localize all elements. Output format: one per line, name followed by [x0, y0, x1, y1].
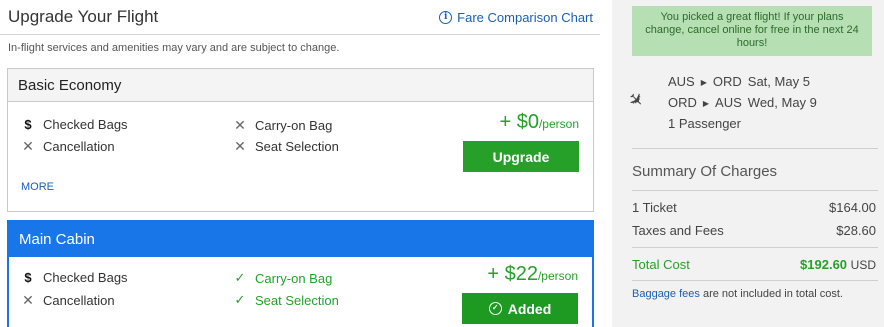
leg-date: Sat, May 5: [747, 74, 810, 89]
charge-row-taxes: Taxes and Fees $28.60: [632, 223, 876, 238]
divider: [632, 247, 878, 248]
destination-code: AUS: [715, 95, 742, 110]
fare-options-panel: Upgrade Your Flight i Fare Comparison Ch…: [0, 0, 600, 327]
check-icon: ✓: [234, 270, 246, 285]
cross-icon: ✕: [234, 117, 246, 133]
feature-checked-bags: $ Checked Bags: [21, 270, 128, 285]
fare-card-basic-economy: Basic Economy $ Checked Bags ✕ Cancellat…: [7, 68, 594, 212]
feature-carry-on: ✕ Carry-on Bag: [233, 117, 332, 134]
cross-icon: ✕: [234, 138, 246, 154]
cross-icon: ✕: [22, 138, 34, 154]
fare-card-title: Main Cabin: [9, 222, 592, 257]
feature-cancellation: ✕ Cancellation: [21, 292, 115, 309]
fare-card-main-cabin: Main Cabin $ Checked Bags ✕ Cancellation…: [7, 220, 594, 327]
leg-date: Wed, May 9: [747, 95, 817, 110]
feature-label: Carry-on Bag: [255, 270, 333, 286]
charge-row-ticket: 1 Ticket $164.00: [632, 200, 876, 215]
added-button[interactable]: ✓ Added: [462, 293, 578, 324]
fare-price: + $22/person: [487, 263, 578, 286]
charge-label: 1 Ticket: [632, 200, 677, 215]
feature-label: Checked Bags: [43, 117, 128, 132]
airplane-icon: ✈: [623, 87, 649, 113]
origin-code: AUS: [668, 74, 695, 89]
cross-icon: ✕: [22, 292, 34, 308]
feature-carry-on: ✓ Carry-on Bag: [233, 270, 333, 286]
itinerary-leg: ORD ▶ AUS Wed, May 9: [668, 95, 817, 110]
destination-code: ORD: [712, 74, 742, 89]
check-circle-icon: ✓: [488, 302, 502, 315]
info-icon: i: [439, 11, 453, 24]
feature-checked-bags: $ Checked Bags: [21, 117, 128, 132]
total-label: Total Cost: [632, 257, 690, 272]
added-button-label: Added: [507, 300, 552, 317]
dollar-icon: $: [24, 270, 32, 285]
charge-amount: $28.60: [836, 223, 876, 238]
fare-comparison-label: Fare Comparison Chart: [457, 10, 593, 25]
fare-card-title: Basic Economy: [8, 69, 593, 102]
price-amount: + $0: [499, 111, 539, 133]
total-currency: USD: [850, 258, 876, 272]
origin-code: ORD: [668, 95, 697, 110]
feature-label: Carry-on Bag: [255, 118, 333, 133]
summary-title: Summary Of Charges: [632, 163, 778, 180]
price-amount: + $22: [487, 263, 538, 285]
feature-seat-selection: ✕ Seat Selection: [233, 138, 339, 155]
arrow-right-icon: ▶: [700, 78, 707, 87]
disclaimer-text: In-flight services and amenities may var…: [8, 42, 340, 54]
divider: [632, 148, 878, 149]
check-icon: ✓: [234, 292, 246, 307]
feature-cancellation: ✕ Cancellation: [21, 138, 115, 155]
upgrade-button[interactable]: Upgrade: [463, 141, 579, 172]
baggage-note-text: are not included in total cost.: [699, 288, 843, 300]
dollar-icon: $: [24, 117, 32, 132]
itinerary-leg: AUS ▶ ORD Sat, May 5: [668, 74, 810, 89]
charge-amount: $164.00: [829, 200, 876, 215]
feature-label: Seat Selection: [255, 292, 339, 308]
feature-label: Checked Bags: [43, 270, 128, 285]
feature-label: Cancellation: [43, 139, 115, 154]
page-title: Upgrade Your Flight: [8, 7, 159, 26]
divider: [632, 280, 878, 281]
total-cost-row: Total Cost $192.60 USD: [632, 257, 876, 272]
feature-seat-selection: ✓ Seat Selection: [233, 292, 339, 308]
price-unit: /person: [537, 269, 578, 283]
feature-label: Cancellation: [43, 293, 115, 308]
fare-comparison-link[interactable]: i Fare Comparison Chart: [439, 10, 593, 25]
divider: [632, 190, 878, 191]
arrow-right-icon: ▶: [702, 99, 710, 108]
more-link[interactable]: MORE: [21, 181, 54, 193]
trip-summary-sidebar: You picked a great flight! If your plans…: [612, 0, 884, 327]
passenger-count: 1 Passenger: [668, 116, 741, 131]
total-amount: $192.60: [800, 257, 848, 272]
charge-label: Taxes and Fees: [632, 223, 724, 238]
total-value: $192.60 USD: [800, 257, 876, 272]
free-cancellation-notice: You picked a great flight! If your plans…: [632, 6, 872, 56]
fare-price: + $0/person: [499, 111, 579, 134]
baggage-fees-note: Baggage fees are not included in total c…: [632, 288, 843, 300]
price-unit: /person: [538, 117, 579, 131]
baggage-fees-link[interactable]: Baggage fees: [632, 288, 700, 300]
divider: [0, 34, 600, 35]
feature-label: Seat Selection: [255, 139, 339, 154]
